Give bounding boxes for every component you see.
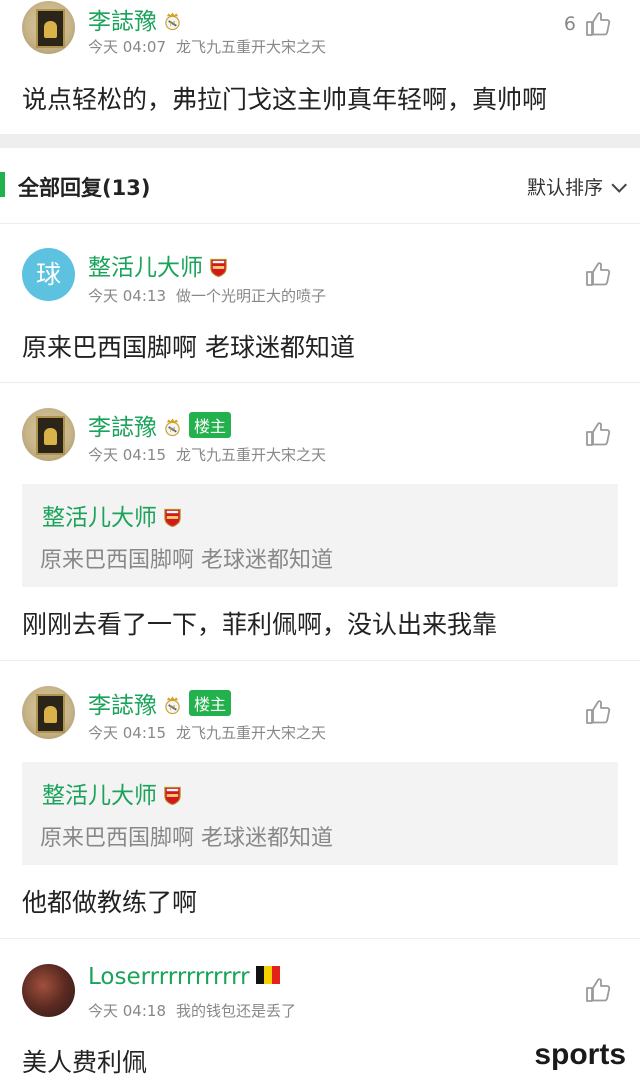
reply-item: 李誌豫 楼主 今天 04:15 龙飞九五重开大宋之天 整活儿大师 原来巴西国脚啊 老… bbox=[0, 383, 640, 660]
section-title: 全部回复(13) bbox=[18, 176, 151, 200]
user-avatar[interactable] bbox=[22, 686, 75, 739]
user-name[interactable]: 李誌豫 楼主 bbox=[88, 686, 232, 720]
user-name[interactable]: 李誌豫 bbox=[88, 2, 182, 36]
comment-time: 今天 04:07 bbox=[88, 38, 166, 56]
quoted-text: 原来巴西国脚啊 老球迷都知道 bbox=[40, 548, 333, 573]
arsenal-badge-icon bbox=[163, 785, 182, 805]
comment-meta: 今天 04:07 龙飞九五重开大宋之天 bbox=[88, 36, 326, 57]
belgium-flag-icon bbox=[255, 966, 280, 984]
comment-meta: 今天 04:13 做一个光明正大的喷子 bbox=[88, 285, 326, 306]
comment-time: 今天 04:18 bbox=[88, 1002, 166, 1020]
owner-tag: 楼主 bbox=[189, 690, 232, 716]
reply-item: 球 整活儿大师 今天 04:13 做一个光明正大的喷子 原来巴西国脚啊 老球迷都知… bbox=[0, 224, 640, 382]
watermark-logo: sports bbox=[534, 1038, 626, 1071]
user-name-text[interactable]: 李誌豫 bbox=[88, 415, 157, 441]
real-madrid-badge-icon bbox=[163, 11, 182, 31]
real-madrid-badge-icon bbox=[163, 695, 182, 715]
quoted-user[interactable]: 整活儿大师 bbox=[42, 498, 182, 532]
like-count: 6 bbox=[563, 13, 576, 35]
comment-meta: 今天 04:18 我的钱包还是丢了 bbox=[88, 1000, 296, 1021]
user-name-text[interactable]: 李誌豫 bbox=[88, 9, 157, 35]
chevron-down-icon[interactable] bbox=[611, 177, 627, 193]
thumbs-up-icon[interactable] bbox=[584, 976, 612, 1004]
top-comment: 李誌豫 今天 04:07 龙飞九五重开大宋之天 6 说点轻松的，弗拉门戈这主帅真年… bbox=[0, 0, 640, 134]
user-name-text[interactable]: 李誌豫 bbox=[88, 693, 157, 719]
user-signature: 做一个光明正大的喷子 bbox=[176, 287, 327, 305]
user-name-text[interactable]: Loserrrrrrrrrrrr bbox=[88, 964, 250, 990]
user-avatar[interactable] bbox=[22, 1, 75, 54]
comment-time: 今天 04:13 bbox=[88, 287, 166, 305]
user-name[interactable]: 整活儿大师 bbox=[88, 248, 228, 282]
thumbs-up-icon[interactable] bbox=[584, 420, 612, 448]
arsenal-badge-icon bbox=[163, 507, 182, 527]
comment-text: 刚刚去看了一下，菲利佩啊，没认出来我靠 bbox=[22, 610, 498, 639]
reply-item: 李誌豫 楼主 今天 04:15 龙飞九五重开大宋之天 整活儿大师 原来巴西国脚啊 老… bbox=[0, 661, 640, 938]
comment-meta: 今天 04:15 龙飞九五重开大宋之天 bbox=[88, 722, 326, 743]
real-madrid-badge-icon bbox=[163, 417, 182, 437]
user-name[interactable]: 李誌豫 楼主 bbox=[88, 408, 232, 442]
quoted-user-text[interactable]: 整活儿大师 bbox=[42, 505, 157, 531]
quoted-user-text[interactable]: 整活儿大师 bbox=[42, 783, 157, 809]
section-gap bbox=[0, 134, 640, 148]
user-signature: 龙飞九五重开大宋之天 bbox=[176, 446, 327, 464]
comment-text: 他都做教练了啊 bbox=[22, 888, 198, 917]
section-accent-bar bbox=[0, 172, 5, 197]
user-signature: 我的钱包还是丢了 bbox=[176, 1002, 297, 1020]
comment-time: 今天 04:15 bbox=[88, 446, 166, 464]
comment-text: 原来巴西国脚啊 老球迷都知道 bbox=[22, 333, 355, 362]
quoted-reply[interactable]: 整活儿大师 原来巴西国脚啊 老球迷都知道 bbox=[22, 484, 618, 587]
thumbs-up-icon[interactable] bbox=[584, 698, 612, 726]
thumbs-up-icon[interactable] bbox=[584, 10, 612, 38]
user-signature: 龙飞九五重开大宋之天 bbox=[176, 38, 327, 56]
quoted-text: 原来巴西国脚啊 老球迷都知道 bbox=[40, 826, 333, 851]
sort-dropdown[interactable]: 默认排序 bbox=[527, 173, 627, 200]
quoted-user[interactable]: 整活儿大师 bbox=[42, 776, 182, 810]
comment-time: 今天 04:15 bbox=[88, 724, 166, 742]
user-avatar[interactable] bbox=[22, 408, 75, 461]
comment-text: 说点轻松的，弗拉门戈这主帅真年轻啊，真帅啊 bbox=[22, 85, 548, 114]
arsenal-badge-icon bbox=[209, 257, 228, 277]
user-signature: 龙飞九五重开大宋之天 bbox=[176, 724, 327, 742]
sort-label[interactable]: 默认排序 bbox=[527, 177, 603, 199]
comment-meta: 今天 04:15 龙飞九五重开大宋之天 bbox=[88, 444, 326, 465]
comment-text: 美人费利佩 bbox=[22, 1048, 148, 1077]
owner-tag: 楼主 bbox=[189, 412, 232, 438]
user-name[interactable]: Loserrrrrrrrrrrr bbox=[88, 964, 280, 990]
user-name-text[interactable]: 整活儿大师 bbox=[88, 255, 203, 281]
thumbs-up-icon[interactable] bbox=[584, 260, 612, 288]
user-avatar[interactable]: 球 bbox=[22, 248, 75, 301]
quoted-reply[interactable]: 整活儿大师 原来巴西国脚啊 老球迷都知道 bbox=[22, 762, 618, 865]
user-avatar[interactable] bbox=[22, 964, 75, 1017]
